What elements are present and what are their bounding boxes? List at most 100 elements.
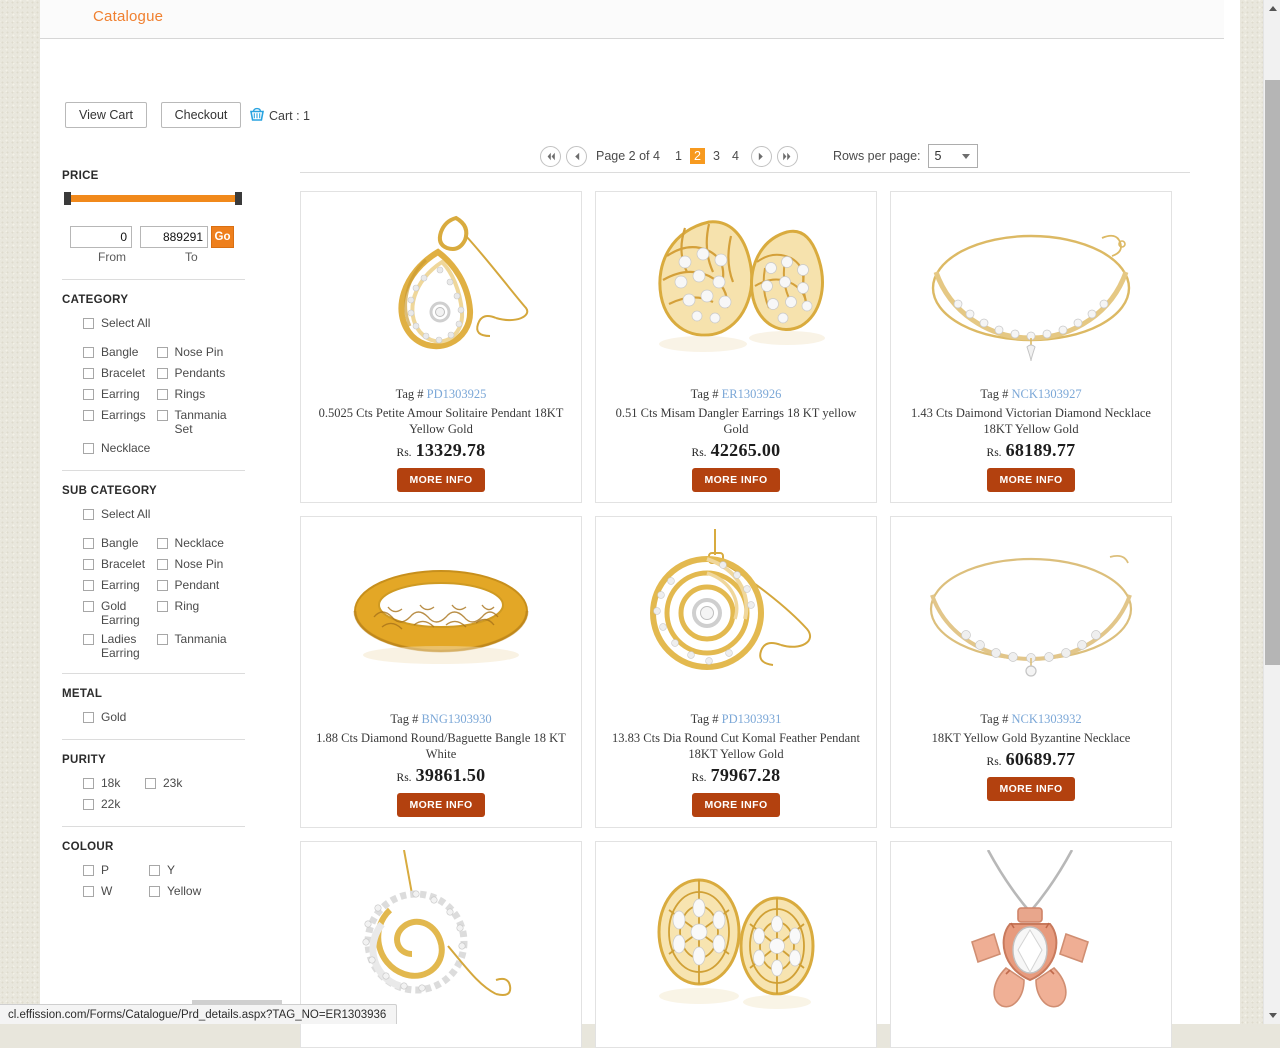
sub-category-ladies-earring-checkbox[interactable]: Ladies Earring — [83, 632, 157, 660]
category-pendants-checkbox[interactable]: Pendants — [157, 366, 245, 382]
page-number-3[interactable]: 3 — [709, 148, 724, 164]
tag-link[interactable]: NCK1303927 — [1011, 387, 1081, 401]
checkbox-box — [157, 410, 168, 421]
more-info-button[interactable]: MORE INFO — [692, 468, 779, 492]
sub-category-necklace-checkbox[interactable]: Necklace — [157, 536, 245, 552]
tag-link[interactable]: BNG1303930 — [421, 712, 491, 726]
colour-p-checkbox[interactable]: P — [83, 863, 149, 879]
metal-gold-checkbox[interactable]: Gold — [83, 710, 245, 726]
sub-category-bracelet-checkbox[interactable]: Bracelet — [83, 557, 157, 573]
checkbox-label: Rings — [175, 387, 206, 401]
checkbox-box — [83, 368, 94, 379]
purity-22k-checkbox[interactable]: 22k — [83, 797, 145, 813]
product-card[interactable]: Tag # NCK1303927 1.43 Cts Daimond Victor… — [890, 191, 1172, 503]
purity-23k-checkbox[interactable]: 23k — [145, 776, 182, 792]
product-card[interactable]: Tag # PD1303925 0.5025 Cts Petite Amour … — [300, 191, 582, 503]
category-earrings-checkbox[interactable]: Earrings — [83, 408, 157, 436]
product-card[interactable] — [595, 841, 877, 1048]
table-row: P Y — [83, 863, 245, 879]
sub-category-select-all-checkbox[interactable]: Select All — [83, 507, 245, 523]
category-bracelet-checkbox[interactable]: Bracelet — [83, 366, 157, 382]
checkbox-label: P — [101, 863, 109, 877]
page-number-2[interactable]: 2 — [690, 148, 705, 164]
checkbox-label: Gold — [101, 710, 126, 724]
checkbox-box — [83, 799, 94, 810]
price-from-label: From — [98, 250, 126, 264]
sub-category-gold-earring-checkbox[interactable]: Gold Earring — [83, 599, 157, 627]
category-earring-checkbox[interactable]: Earring — [83, 387, 157, 403]
category-rings-checkbox[interactable]: Rings — [157, 387, 245, 403]
price-go-button[interactable]: Go — [211, 226, 234, 248]
view-cart-button[interactable]: View Cart — [65, 102, 147, 128]
sub-category-earring-checkbox[interactable]: Earring — [83, 578, 157, 594]
more-info-button[interactable]: MORE INFO — [692, 793, 779, 817]
rows-per-page-select[interactable]: 5 — [928, 144, 978, 168]
checkbox-label: 23k — [163, 776, 182, 790]
product-card[interactable]: Tag # PD1303931 13.83 Cts Dia Round Cut … — [595, 516, 877, 828]
scroll-up-icon[interactable] — [1264, 0, 1280, 17]
product-card[interactable]: Tag # BNG1303930 1.88 Cts Diamond Round/… — [300, 516, 582, 828]
checkbox-box — [83, 865, 94, 876]
tag-link[interactable]: PD1303925 — [427, 387, 487, 401]
page-number-1[interactable]: 1 — [671, 148, 686, 164]
colour-y-checkbox[interactable]: Y — [149, 863, 175, 879]
checkbox-box — [83, 580, 94, 591]
checkbox-label: Nose Pin — [175, 345, 224, 359]
more-info-button[interactable]: MORE INFO — [397, 468, 484, 492]
sub-category-bangle-checkbox[interactable]: Bangle — [83, 536, 157, 552]
sub-category-ring-checkbox[interactable]: Ring — [157, 599, 245, 627]
price-slider-handle-min[interactable] — [64, 192, 71, 205]
purity-18k-checkbox[interactable]: 18k — [83, 776, 145, 792]
product-card[interactable]: Tag # ER1303926 0.51 Cts Misam Dangler E… — [595, 191, 877, 503]
checkbox-box — [157, 347, 168, 358]
category-bangle-checkbox[interactable]: Bangle — [83, 345, 157, 361]
product-price: Rs. 39861.50 — [301, 765, 581, 786]
currency-label: Rs. — [987, 756, 1002, 768]
checkout-button[interactable]: Checkout — [161, 102, 241, 128]
price-to-input[interactable] — [140, 226, 208, 248]
prev-page-icon[interactable] — [566, 146, 587, 167]
first-page-icon[interactable] — [540, 146, 561, 167]
product-price: Rs. 68189.77 — [891, 440, 1171, 461]
tag-link[interactable]: ER1303926 — [722, 387, 782, 401]
next-page-icon[interactable] — [751, 146, 772, 167]
product-description: 13.83 Cts Dia Round Cut Komal Feather Pe… — [596, 730, 876, 762]
product-card[interactable] — [890, 841, 1172, 1048]
category-necklace-checkbox[interactable]: Necklace — [83, 441, 162, 457]
price-slider-handle-max[interactable] — [235, 192, 242, 205]
tag-link[interactable]: NCK1303932 — [1011, 712, 1081, 726]
tag-prefix: Tag # — [980, 387, 1008, 401]
price-range-slider[interactable] — [64, 192, 242, 204]
page-number-4[interactable]: 4 — [728, 148, 743, 164]
category-select-all-checkbox[interactable]: Select All — [83, 316, 245, 332]
more-info-button[interactable]: MORE INFO — [397, 793, 484, 817]
divider — [62, 470, 245, 471]
tag-link[interactable]: PD1303931 — [722, 712, 782, 726]
tag-prefix: Tag # — [396, 387, 424, 401]
product-tag: Tag # PD1303931 — [596, 712, 876, 727]
price-from-input[interactable] — [70, 226, 132, 248]
scroll-down-icon[interactable] — [1264, 1007, 1280, 1024]
app-header: Catalogue — [40, 0, 1224, 39]
currency-label: Rs. — [692, 447, 707, 459]
filter-section-sub-category: SUB CATEGORY Select All Bangle Necklace — [62, 485, 245, 660]
checkbox-label: Necklace — [101, 441, 150, 455]
colour-w-checkbox[interactable]: W — [83, 884, 149, 900]
currency-label: Rs. — [692, 772, 707, 784]
scrollbar-thumb[interactable] — [1265, 80, 1280, 665]
more-info-button[interactable]: MORE INFO — [987, 468, 1074, 492]
sub-category-tanmania-checkbox[interactable]: Tanmania — [157, 632, 245, 660]
checkbox-box — [157, 634, 168, 645]
vertical-scrollbar[interactable] — [1263, 0, 1280, 1024]
page-title: Catalogue — [93, 8, 163, 25]
price-amount: 42265.00 — [711, 440, 781, 460]
category-nose-pin-checkbox[interactable]: Nose Pin — [157, 345, 245, 361]
colour-yellow-checkbox[interactable]: Yellow — [149, 884, 201, 900]
sub-category-pendant-checkbox[interactable]: Pendant — [157, 578, 245, 594]
product-card[interactable]: Tag # NCK1303932 18KT Yellow Gold Byzant… — [890, 516, 1172, 828]
category-tanmania-set-checkbox[interactable]: Tanmania Set — [157, 408, 245, 436]
more-info-button[interactable]: MORE INFO — [987, 777, 1074, 801]
sub-category-nose-pin-checkbox[interactable]: Nose Pin — [157, 557, 245, 573]
last-page-icon[interactable] — [777, 146, 798, 167]
pagination-bar: Page 2 of 4 1 2 3 4 Rows per page: 5 — [540, 142, 978, 170]
